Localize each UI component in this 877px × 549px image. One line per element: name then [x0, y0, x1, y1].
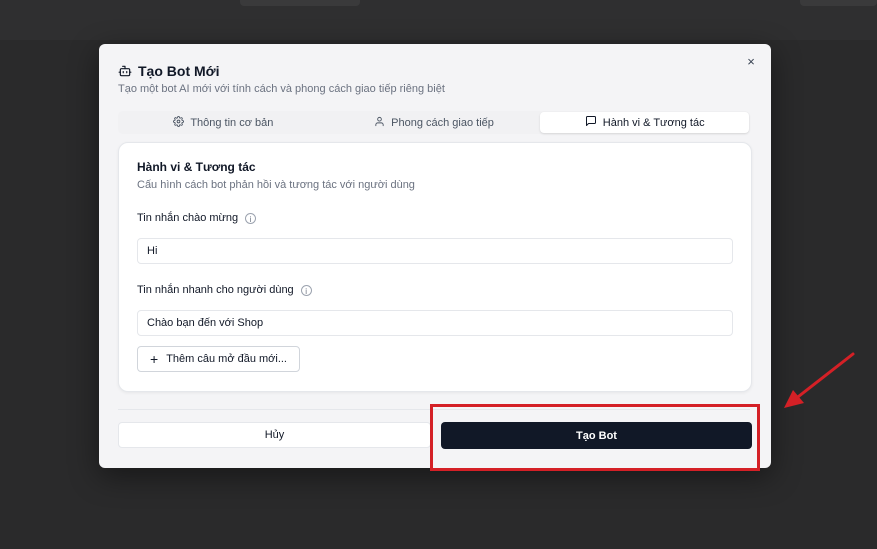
tab-communication-style[interactable]: Phong cách giao tiếp — [330, 112, 539, 133]
add-button-label: Thêm câu mở đầu mới... — [166, 353, 287, 365]
annotation-highlight-box — [430, 404, 760, 471]
cancel-button[interactable]: Hủy — [118, 422, 431, 448]
gear-icon — [173, 115, 185, 130]
plus-icon: + — [150, 351, 159, 367]
section-title: Hành vi & Tương tác — [137, 160, 256, 174]
annotation-arrow-icon — [784, 352, 855, 408]
quick-replies-label-text: Tin nhắn nhanh cho người dùng — [137, 284, 294, 296]
add-opening-message-button[interactable]: + Thêm câu mở đầu mới... — [137, 346, 300, 372]
tab-label: Phong cách giao tiếp — [391, 116, 494, 129]
quick-replies-label: Tin nhắn nhanh cho người dùng i — [137, 284, 312, 296]
dialog-subtitle: Tạo một bot AI mới với tính cách và phon… — [118, 83, 445, 95]
info-icon[interactable]: i — [300, 284, 312, 296]
background-page — [0, 0, 877, 40]
greeting-label: Tin nhắn chào mừng i — [137, 212, 257, 224]
dialog-header: Tạo Bot Mới — [118, 63, 220, 79]
user-icon — [374, 116, 385, 130]
tab-basic-info[interactable]: Thông tin cơ bản — [119, 112, 328, 133]
tab-list: Thông tin cơ bản Phong cách giao tiếp Hà… — [118, 111, 750, 134]
behavior-card: Hành vi & Tương tác Cấu hình cách bot ph… — [118, 142, 752, 392]
close-icon[interactable]: × — [743, 54, 759, 70]
greeting-input[interactable]: Hi — [137, 238, 733, 264]
greeting-label-text: Tin nhắn chào mừng — [137, 212, 239, 224]
tab-behavior-interaction[interactable]: Hành vi & Tương tác — [540, 112, 750, 133]
background-element — [240, 0, 360, 6]
quick-reply-input[interactable]: Chào bạn đến với Shop — [137, 310, 733, 336]
background-element — [800, 0, 877, 6]
tab-label: Thông tin cơ bản — [190, 116, 274, 129]
section-description: Cấu hình cách bot phản hồi và tương tác … — [137, 179, 415, 191]
bot-icon — [118, 64, 132, 78]
dialog-title: Tạo Bot Mới — [138, 63, 220, 79]
info-icon[interactable]: i — [245, 212, 257, 224]
message-square-icon — [585, 115, 597, 130]
tab-label: Hành vi & Tương tác — [602, 116, 705, 129]
